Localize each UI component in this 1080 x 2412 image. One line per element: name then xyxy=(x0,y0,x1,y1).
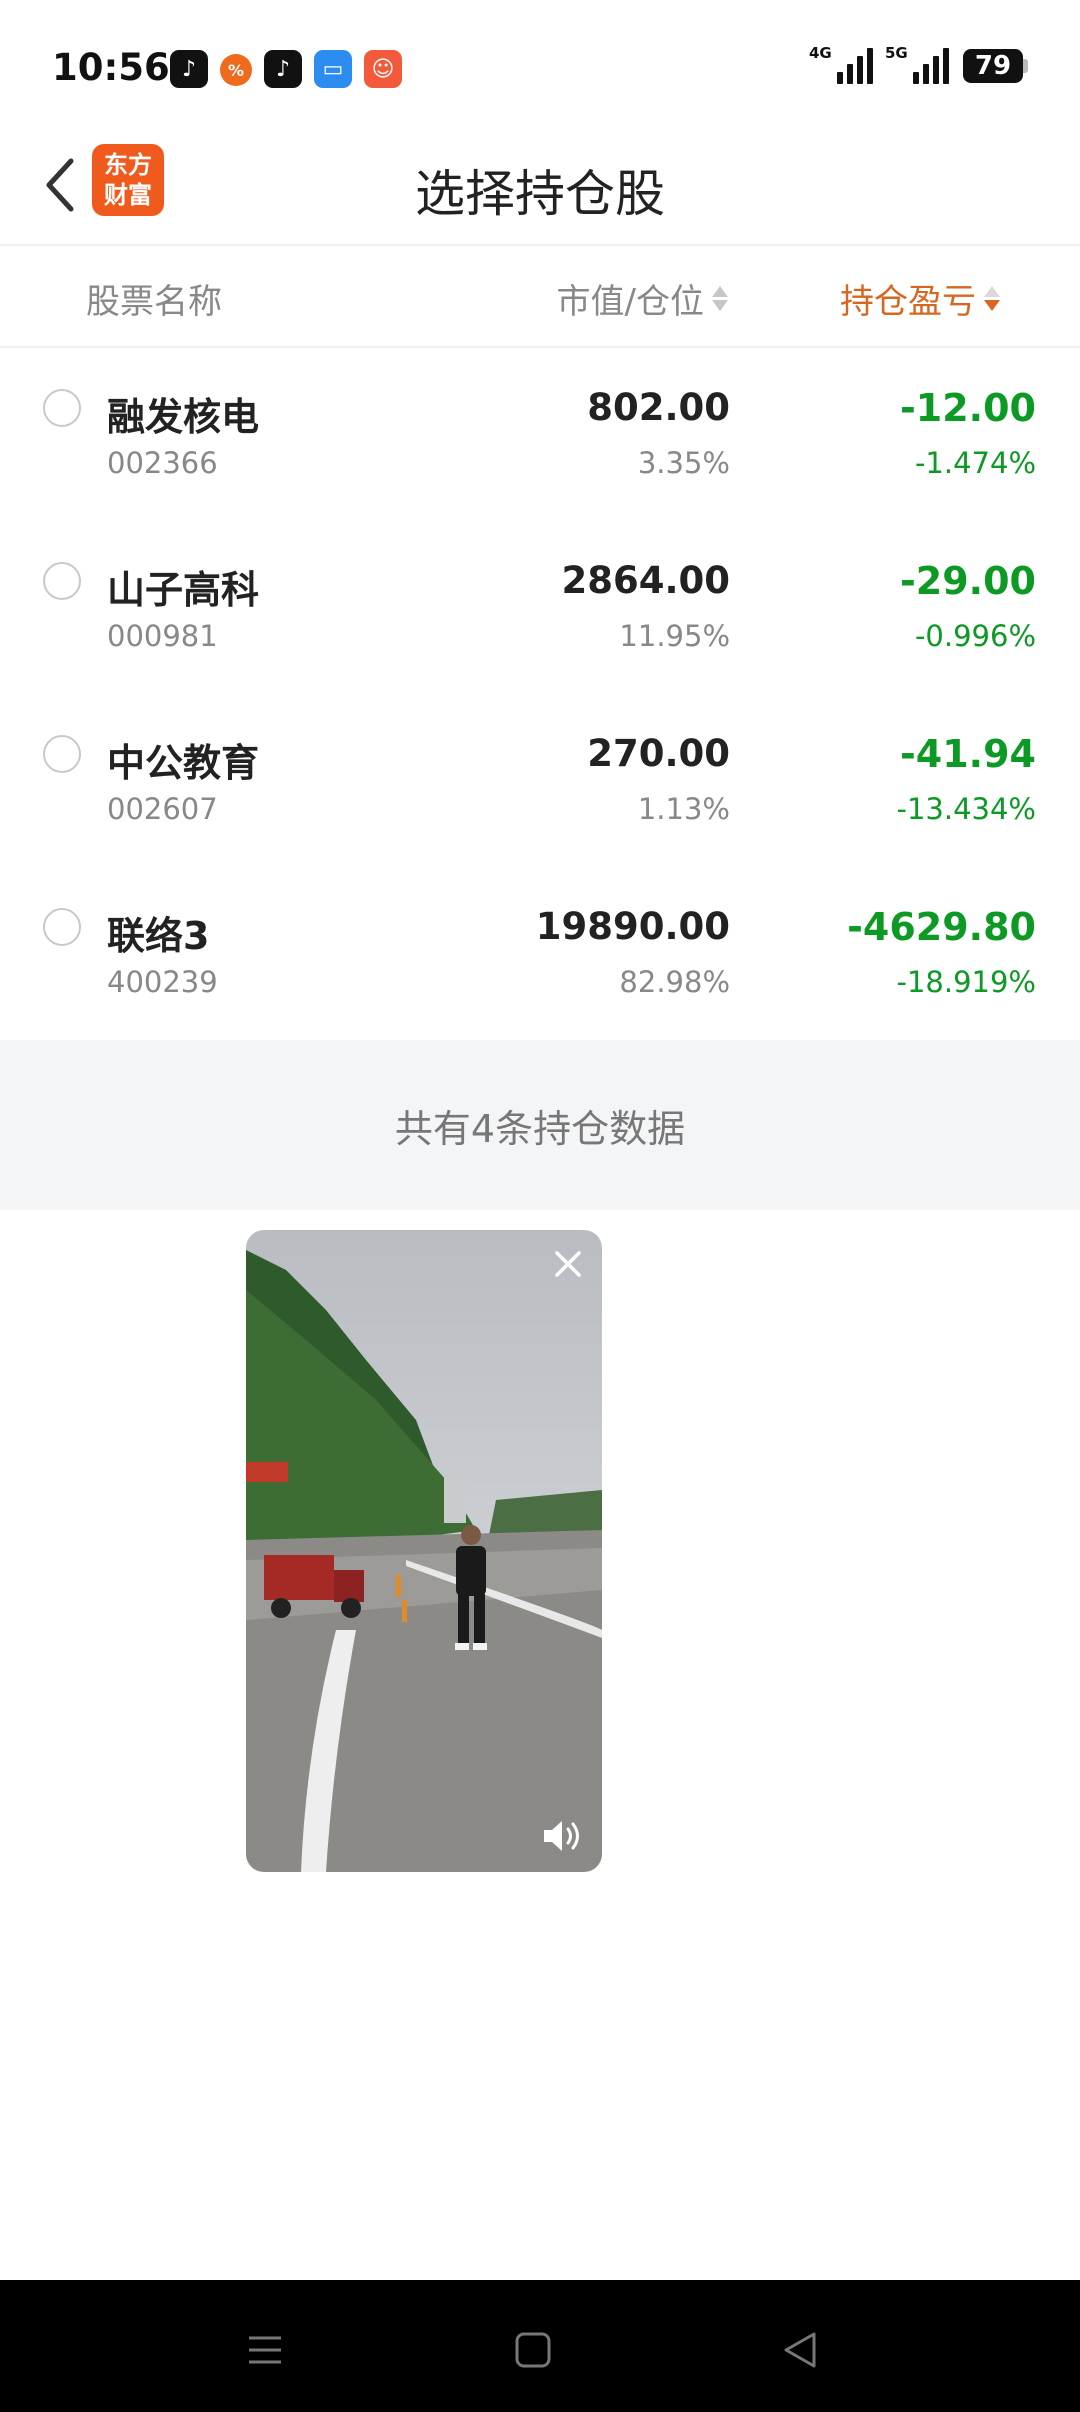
stock-code: 002366 xyxy=(107,446,218,480)
home-square-icon xyxy=(515,2332,551,2368)
back-nav-button[interactable] xyxy=(770,2320,830,2380)
stock-name: 山子高科 xyxy=(107,568,260,612)
sort-pnl-button[interactable]: 持仓盈亏 xyxy=(840,274,1000,323)
market-value: 2864.00 xyxy=(561,559,730,602)
stock-name: 联络3 xyxy=(107,914,210,958)
stock-code: 400239 xyxy=(107,965,218,999)
tiktok-icon: ♪ xyxy=(264,50,302,88)
column-market-value: 市值/仓位 xyxy=(556,282,704,322)
floating-video[interactable] xyxy=(246,1230,602,1872)
menu-icon xyxy=(249,2336,281,2364)
video-frame xyxy=(246,1230,602,1872)
holdings-count: 共有4条持仓数据 xyxy=(0,1040,1080,1210)
select-radio[interactable] xyxy=(43,735,81,773)
status-bar: 10:56 ♪ % ♪ ▭ ☺ 4G 5G 79 xyxy=(0,0,1080,130)
sort-arrows-icon xyxy=(712,286,728,311)
header: 东方 财富 选择持仓股 xyxy=(0,130,1080,246)
pnl-value: -4629.80 xyxy=(847,905,1036,949)
stock-name: 中公教育 xyxy=(107,741,260,785)
volume-icon xyxy=(544,1821,579,1851)
position-pct: 1.13% xyxy=(637,792,730,826)
sort-desc-icon xyxy=(984,286,1000,311)
column-header: 股票名称 市值/仓位 持仓盈亏 xyxy=(0,246,1080,348)
select-radio[interactable] xyxy=(43,562,81,600)
sort-market-value-button[interactable]: 市值/仓位 xyxy=(557,274,728,323)
pnl-pct: -1.474% xyxy=(914,446,1036,480)
signal-5g-icon: 5G xyxy=(885,44,949,84)
volume-button[interactable] xyxy=(540,1816,588,1856)
back-triangle-icon xyxy=(784,2332,816,2368)
position-pct: 82.98% xyxy=(619,965,730,999)
orange-app-icon: % xyxy=(220,54,252,86)
notification-icons: ♪ % ♪ ▭ ☺ xyxy=(170,50,402,88)
signal-4g-icon: 4G xyxy=(809,44,873,84)
close-icon xyxy=(555,1251,581,1277)
pnl-value: -12.00 xyxy=(900,386,1036,430)
pnl-value: -29.00 xyxy=(900,559,1036,603)
market-value: 19890.00 xyxy=(535,905,730,948)
tiktok-lite-icon: ♪ xyxy=(170,50,208,88)
status-time: 10:56 xyxy=(52,46,170,89)
column-pnl: 持仓盈亏 xyxy=(840,282,976,322)
holdings-list: 融发核电 002366 802.00 3.35% -12.00 -1.474% … xyxy=(0,348,1080,1040)
pnl-pct: -18.919% xyxy=(896,965,1037,999)
column-stock-name: 股票名称 xyxy=(86,282,222,322)
battery-level: 79 xyxy=(963,49,1023,83)
position-pct: 11.95% xyxy=(619,619,730,653)
select-radio[interactable] xyxy=(43,389,81,427)
stock-name: 融发核电 xyxy=(107,395,260,439)
position-pct: 3.35% xyxy=(637,446,730,480)
page-title: 选择持仓股 xyxy=(415,165,665,223)
home-nav-button[interactable] xyxy=(503,2320,563,2380)
market-value: 802.00 xyxy=(587,386,730,429)
close-video-button[interactable] xyxy=(548,1244,588,1284)
holding-row[interactable]: 联络3 400239 19890.00 82.98% -4629.80 -18.… xyxy=(0,867,1080,1040)
system-nav-bar xyxy=(0,2280,1080,2412)
holding-row[interactable]: 融发核电 002366 802.00 3.35% -12.00 -1.474% xyxy=(0,348,1080,521)
pnl-pct: -0.996% xyxy=(914,619,1036,653)
menu-nav-button[interactable] xyxy=(235,2320,295,2380)
files-icon: ▭ xyxy=(314,50,352,88)
pnl-pct: -13.434% xyxy=(896,792,1037,826)
market-value: 270.00 xyxy=(587,732,730,775)
game-app-icon: ☺ xyxy=(364,50,402,88)
battery-icon: 79 xyxy=(963,49,1028,83)
stock-code: 002607 xyxy=(107,792,218,826)
holding-row[interactable]: 中公教育 002607 270.00 1.13% -41.94 -13.434% xyxy=(0,694,1080,867)
stock-code: 000981 xyxy=(107,619,218,653)
holding-row[interactable]: 山子高科 000981 2864.00 11.95% -29.00 -0.996… xyxy=(0,521,1080,694)
select-radio[interactable] xyxy=(43,908,81,946)
pnl-value: -41.94 xyxy=(900,732,1036,776)
